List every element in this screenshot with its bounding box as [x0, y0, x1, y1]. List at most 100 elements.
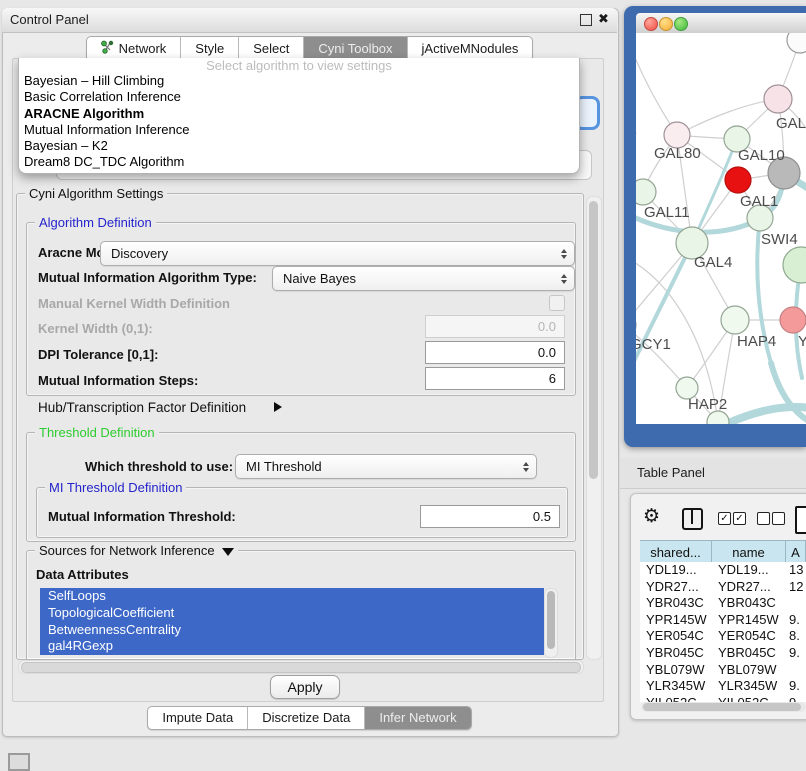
algorithm-dropdown-popup: Select algorithm to view settings Bayesi… [18, 58, 580, 174]
table-cell: YBR045C [712, 645, 786, 662]
which-threshold-label: Which threshold to use: [85, 459, 233, 474]
network-edge[interactable] [636, 243, 692, 398]
table-row[interactable]: YBR045CYBR045C9. [640, 645, 806, 662]
network-edge[interactable] [636, 48, 677, 135]
table-body: YDL19...YDL19...13YDR27...YDR27...12YBR0… [640, 562, 806, 702]
network-node-gal[interactable] [764, 85, 792, 113]
table-cell: YDR27... [712, 579, 786, 596]
tab-impute-data[interactable]: Impute Data [148, 707, 247, 729]
network-icon [101, 40, 114, 58]
network-node[interactable] [787, 33, 806, 53]
table-cell [786, 662, 806, 679]
network-canvas[interactable]: GALGAL80GAL10GAL1GAL11SWI4GAL4GCY1HAP4YH… [636, 33, 806, 424]
table-cell: YIL052C [712, 695, 786, 702]
minimized-panel-icon[interactable] [8, 753, 30, 771]
tab-infer-network[interactable]: Infer Network [364, 707, 470, 729]
algorithm-option[interactable]: Bayesian – K2 [19, 138, 579, 154]
unchecked-checkbox-icon[interactable] [772, 512, 785, 525]
mi-threshold-label: Mutual Information Threshold: [48, 509, 236, 524]
table-cell: YBR043C [640, 595, 712, 612]
mi-threshold-field[interactable]: 0.5 [420, 505, 560, 528]
attribute-item[interactable]: TopologicalCoefficient [40, 605, 544, 622]
collapse-arrow-icon[interactable] [222, 548, 234, 556]
attribute-item[interactable]: BetweennessCentrality [40, 622, 544, 639]
network-node-hap4[interactable] [721, 306, 749, 334]
network-edge[interactable] [636, 325, 687, 388]
data-attributes-list: SelfLoopsTopologicalCoefficientBetweenne… [40, 588, 544, 656]
settings-hscrollbar[interactable] [18, 660, 584, 674]
network-node-gal1[interactable] [725, 167, 751, 193]
table-cell: 8. [786, 628, 806, 645]
gear-icon[interactable]: ⚙ [643, 505, 660, 528]
aracne-mode-value: Discovery [111, 246, 168, 261]
float-panel-icon[interactable] [580, 14, 592, 26]
tab-label: jActiveMNodules [422, 41, 519, 57]
hub-definition-label: Hub/Transcription Factor Definition [38, 400, 246, 415]
table-row[interactable]: YIL052CYIL052C9 [640, 695, 806, 702]
mi-steps-label: Mutual Information Steps: [38, 373, 198, 388]
column-header-shared-[interactable]: shared... [640, 541, 712, 563]
cyni-algorithm-settings-label: Cyni Algorithm Settings [25, 186, 167, 201]
expand-arrow-icon[interactable] [274, 402, 282, 412]
which-threshold-value: MI Threshold [246, 459, 322, 474]
close-panel-icon[interactable]: ✖ [598, 11, 609, 27]
node-label: GCY1 [636, 336, 671, 353]
unchecked-checkbox-icon[interactable] [757, 512, 770, 525]
document-icon[interactable] [795, 506, 806, 534]
table-row[interactable]: YER054CYER054C8. [640, 628, 806, 645]
algorithm-option[interactable]: Basic Correlation Inference [19, 89, 579, 105]
column-header-a[interactable]: A [786, 541, 806, 563]
network-node-y[interactable] [780, 307, 806, 333]
attribute-item[interactable]: gal4RGexp [40, 638, 544, 655]
split-columns-icon[interactable] [682, 508, 703, 530]
close-window-icon[interactable] [644, 17, 658, 31]
table-row[interactable]: YPR145WYPR145W9. [640, 612, 806, 629]
kernel-width-field[interactable]: 0.0 [425, 315, 565, 338]
mi-type-label: Mutual Information Algorithm Type: [38, 270, 257, 285]
table-row[interactable]: YBR043CYBR043C [640, 595, 806, 612]
dpi-tolerance-field[interactable]: 0.0 [425, 341, 565, 364]
table-row[interactable]: YDR27...YDR27...12 [640, 579, 806, 596]
network-window-titlebar[interactable] [636, 13, 806, 34]
table-cell: YBL079W [712, 662, 786, 679]
table-row[interactable]: YBL079WYBL079W [640, 662, 806, 679]
table-cell: YDL19... [640, 562, 712, 579]
column-header-name[interactable]: name [712, 541, 786, 563]
table-cell: YPR145W [640, 612, 712, 629]
node-label: GAL10 [738, 147, 785, 164]
mi-steps-field[interactable]: 6 [425, 367, 565, 390]
network-node[interactable] [783, 247, 806, 283]
checked-checkbox-icon[interactable]: ✓ [718, 512, 731, 525]
table-row[interactable]: YDL19...YDL19...13 [640, 562, 806, 579]
minimize-window-icon[interactable] [659, 17, 673, 31]
attribute-item[interactable]: SelfLoops [40, 588, 544, 605]
which-threshold-combo[interactable]: MI Threshold [235, 454, 537, 479]
table-cell: 9. [786, 678, 806, 695]
aracne-mode-combo[interactable]: Discovery [100, 241, 575, 266]
algorithm-option[interactable]: ARACNE Algorithm [19, 106, 579, 122]
table-cell: YDL19... [712, 562, 786, 579]
apply-button[interactable]: Apply [270, 675, 340, 699]
checked-checkbox-icon[interactable]: ✓ [733, 512, 746, 525]
tab-label: Network [119, 41, 167, 57]
cyni-bottom-tabs: Impute Data Discretize DataInfer Network [2, 706, 617, 730]
table-hscrollbar[interactable] [641, 702, 806, 712]
zoom-window-icon[interactable] [674, 17, 688, 31]
table-cell: 13 [786, 562, 806, 579]
table-cell: YBR043C [712, 595, 786, 612]
algorithm-option[interactable]: Dream8 DC_TDC Algorithm [19, 154, 579, 170]
attributes-scrollbar[interactable] [544, 588, 558, 658]
table-row[interactable]: YLR345WYLR345W9. [640, 678, 806, 695]
algorithm-option[interactable]: Mutual Information Inference [19, 122, 579, 138]
settings-vscrollbar[interactable] [586, 196, 602, 660]
mi-type-combo[interactable]: Naive Bayes [272, 266, 575, 291]
tab-label: Impute Data [162, 710, 233, 726]
control-panel-titlebar [2, 8, 617, 33]
kernel-width-label: Kernel Width (0,1): [38, 321, 153, 336]
network-node-gal11[interactable] [636, 179, 656, 205]
tab-discretize-data[interactable]: Discretize Data [247, 707, 364, 729]
manual-kernel-checkbox[interactable] [549, 295, 565, 311]
node-label: GAL11 [644, 204, 690, 221]
network-edge[interactable] [726, 407, 806, 424]
algorithm-option[interactable]: Bayesian – Hill Climbing [19, 73, 579, 89]
